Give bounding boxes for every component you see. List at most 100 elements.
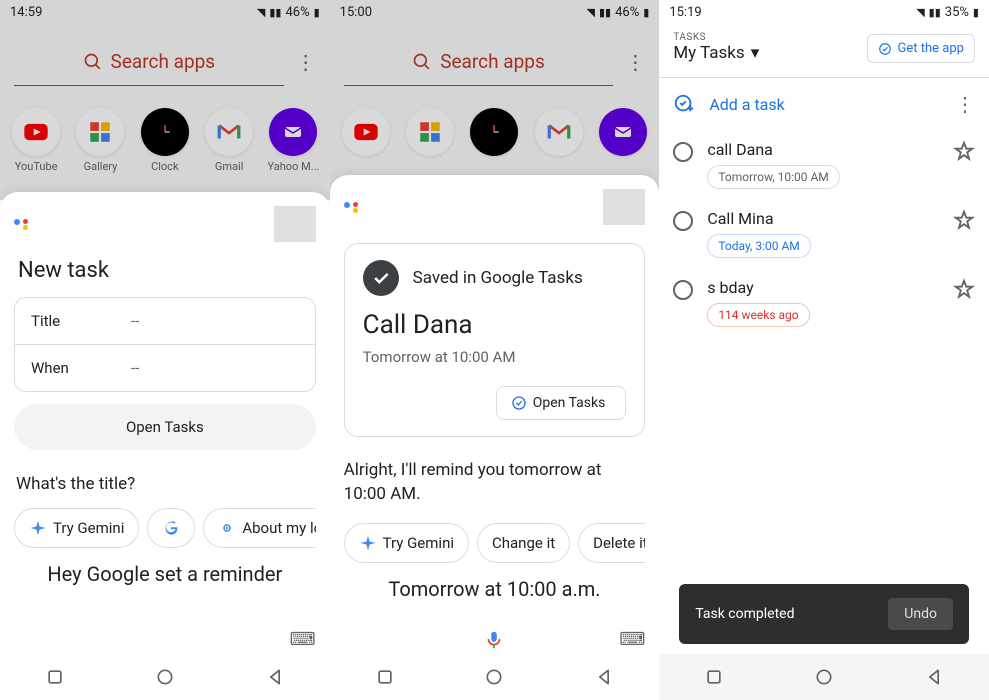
tasks-header: TASKS My Tasks ▾ Get the app [659,24,989,71]
task-checkbox[interactable] [673,280,693,300]
saved-in-label: Saved in Google Tasks [413,268,583,288]
wifi-icon: ◥ [587,6,595,19]
assistant-logo-icon [344,202,358,213]
keyboard-icon[interactable]: ⌨ [619,629,645,650]
battery-label: 46% [285,5,309,20]
battery-label: 46% [615,5,639,20]
chip-try-gemini[interactable]: Try Gemini [14,508,139,548]
status-right: ◥ ▮▮ 46% ▮ [587,5,650,20]
search-icon [412,52,432,72]
signal-icon: ▮▮ [269,6,281,19]
assistant-header [14,206,316,242]
get-app-button[interactable]: Get the app [867,34,975,63]
chips-row: Try Gemini Change it Delete it [344,523,646,563]
apps-row [330,100,660,164]
assistant-panel: New task Title -- When -- Open Tasks Wha… [0,192,330,654]
saved-task-card: Saved in Google Tasks Call Dana Tomorrow… [344,243,646,437]
profile-avatar[interactable] [274,206,316,242]
wifi-icon: ◥ [916,6,924,19]
status-time: 15:19 [669,5,701,20]
app-gmail[interactable] [529,108,589,156]
assistant-bottom-bar: ⌨ [0,619,330,654]
transcript: Tomorrow at 10:00 a.m. [344,577,646,601]
nav-recents[interactable] [45,667,65,687]
status-time: 14:59 [10,5,42,20]
open-tasks-button[interactable]: Open Tasks [496,386,627,420]
task-item[interactable]: call Dana Tomorrow, 10:00 AM [659,130,989,199]
task-checkbox[interactable] [673,142,693,162]
battery-icon: ▮ [973,6,979,19]
open-tasks-button[interactable]: Open Tasks [14,404,316,450]
app-clock[interactable]: Clock [135,108,195,173]
nav-back[interactable] [265,667,285,687]
assistant-prompt: What's the title? [16,474,314,494]
task-checkbox[interactable] [673,211,693,231]
app-gallery[interactable]: Gallery [70,108,130,173]
battery-icon: ▮ [314,6,320,19]
chip-about-location[interactable]: About my lo [203,508,315,548]
nav-bar [330,654,660,700]
battery-label: 35% [945,5,969,20]
tasks-list-dropdown[interactable]: My Tasks ▾ [673,43,759,63]
profile-avatar[interactable] [603,189,645,225]
screen-google-tasks: 15:19 ◥ ▮▮ 35% ▮ TASKS My Tasks ▾ Get th… [659,0,989,700]
search-row: Search apps ⋮ [0,28,330,94]
keyboard-icon[interactable]: ⌨ [290,629,316,650]
nav-bar [0,654,330,700]
nav-recents[interactable] [375,667,395,687]
nav-recents[interactable] [704,667,724,687]
more-icon[interactable]: ⋮ [625,50,645,74]
chip-google[interactable] [147,508,195,548]
snackbar: Task completed Undo [679,584,969,644]
assistant-header [344,189,646,225]
chip-try-gemini[interactable]: Try Gemini [344,523,469,563]
app-yahoo-mail[interactable] [593,108,653,156]
star-icon[interactable] [953,140,975,162]
task-date-badge[interactable]: 114 weeks ago [707,303,809,327]
battery-icon: ▮ [643,6,649,19]
app-gmail[interactable]: Gmail [199,108,259,173]
task-item[interactable]: Call Mina Today, 3:00 AM [659,199,989,268]
assistant-logo-icon [14,219,28,230]
status-right: ◥ ▮▮ 35% ▮ [916,5,979,20]
app-yahoo-mail[interactable]: Yahoo M... [263,108,323,173]
nav-home[interactable] [155,667,175,687]
star-icon[interactable] [953,278,975,300]
mic-icon[interactable] [483,629,505,651]
search-icon [83,52,103,72]
chip-change-it[interactable]: Change it [477,523,570,563]
app-youtube[interactable] [336,108,396,156]
check-icon [363,260,399,296]
task-date-badge[interactable]: Tomorrow, 10:00 AM [707,165,839,189]
nav-back[interactable] [594,667,614,687]
field-when[interactable]: When -- [15,344,315,391]
task-date-badge[interactable]: Today, 3:00 AM [707,234,810,258]
chip-delete-it[interactable]: Delete it [578,523,645,563]
search-placeholder: Search apps [111,50,216,73]
star-icon[interactable] [953,209,975,231]
app-youtube[interactable]: YouTube [6,108,66,173]
status-bar: 15:19 ◥ ▮▮ 35% ▮ [659,0,989,24]
add-task-button[interactable]: Add a task [673,93,784,115]
nav-home[interactable] [814,667,834,687]
task-title: call Dana [707,140,939,159]
field-title[interactable]: Title -- [15,298,315,344]
new-task-heading: New task [18,258,312,283]
tasks-label: TASKS [673,32,759,43]
search-apps[interactable]: Search apps [344,38,614,86]
assistant-panel: Saved in Google Tasks Call Dana Tomorrow… [330,175,660,654]
more-icon[interactable]: ⋮ [955,92,975,116]
screen-assistant-new-task: 14:59 ◥ ▮▮ 46% ▮ Search apps ⋮ YouTube G… [0,0,330,700]
signal-icon: ▮▮ [599,6,611,19]
snackbar-text: Task completed [695,606,794,622]
task-item[interactable]: s bday 114 weeks ago [659,268,989,337]
app-clock[interactable] [464,108,524,156]
undo-button[interactable]: Undo [888,598,953,630]
nav-back[interactable] [924,667,944,687]
status-bar: 15:00 ◥ ▮▮ 46% ▮ [330,0,660,24]
nav-home[interactable] [484,667,504,687]
app-gallery[interactable] [400,108,460,156]
search-apps[interactable]: Search apps [14,38,284,86]
status-time: 15:00 [340,5,372,20]
more-icon[interactable]: ⋮ [296,50,316,74]
